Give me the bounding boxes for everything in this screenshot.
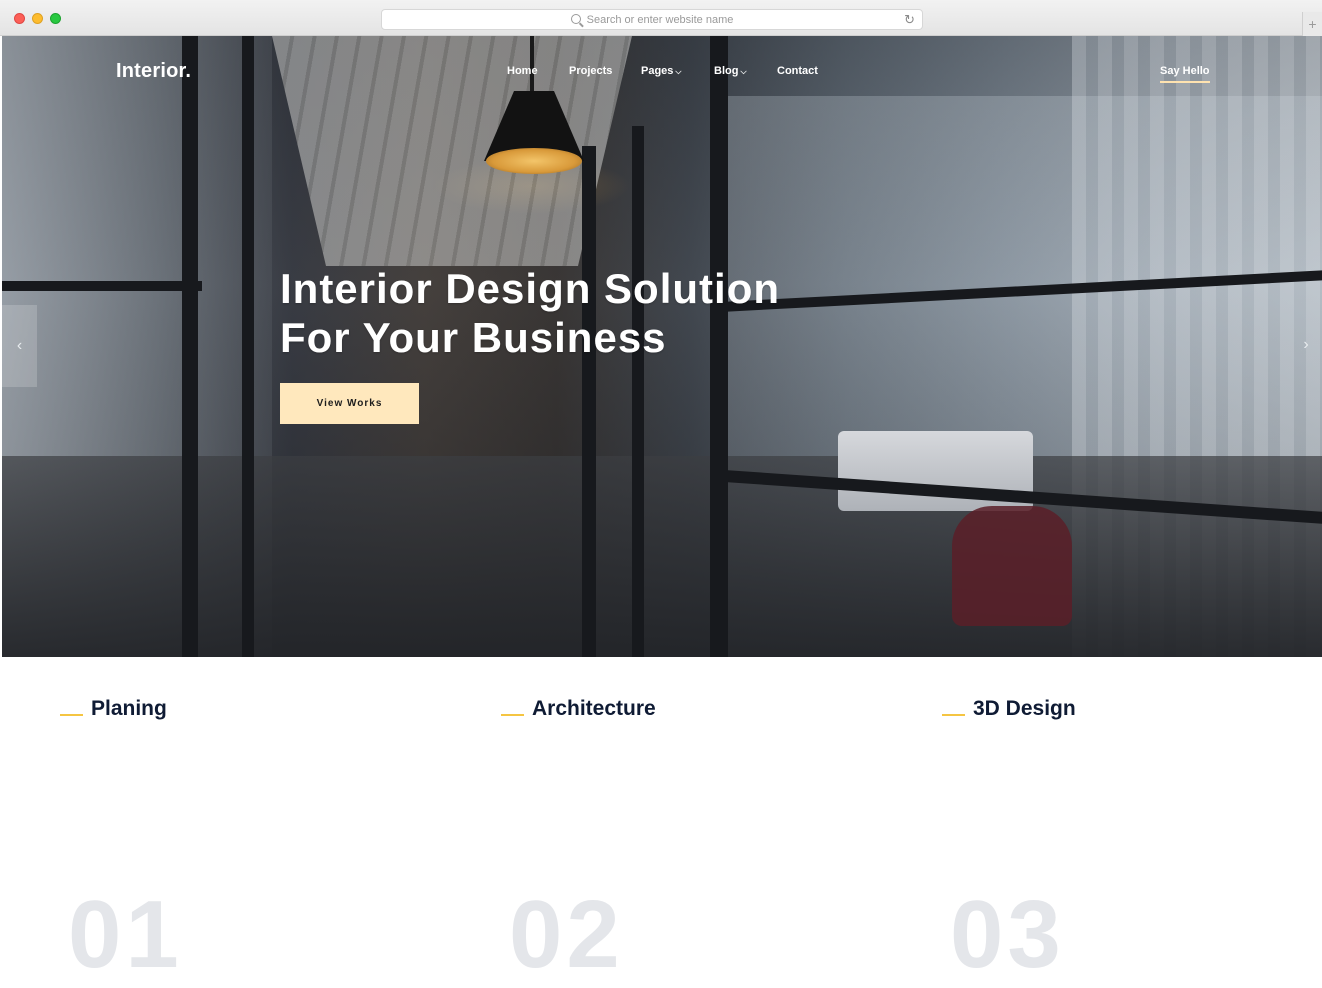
close-window-button[interactable] bbox=[14, 13, 25, 24]
hero-image-lamp-light bbox=[486, 148, 582, 174]
hero-image-frame bbox=[582, 146, 596, 657]
hero-image-frame bbox=[242, 36, 254, 657]
service-number: 02 bbox=[509, 881, 624, 988]
say-hello-link[interactable]: Say Hello bbox=[1160, 65, 1210, 83]
hero-title-line-1: Interior Design Solution bbox=[280, 265, 781, 312]
nav-item-label: Blog bbox=[714, 65, 739, 77]
site-logo[interactable]: Interior. bbox=[116, 60, 191, 83]
view-works-button[interactable]: View Works bbox=[280, 383, 419, 424]
new-tab-button[interactable]: + bbox=[1302, 12, 1322, 36]
chevron-down-icon: ⌵ bbox=[740, 67, 747, 76]
hero-image-floor bbox=[2, 456, 1322, 657]
address-bar-placeholder: Search or enter website name bbox=[586, 13, 734, 26]
search-icon bbox=[570, 14, 581, 24]
service-number: 03 bbox=[950, 881, 1065, 988]
service-number: 01 bbox=[68, 881, 183, 988]
hero-image-frame bbox=[632, 126, 644, 657]
hero-title-line-2: For Your Business bbox=[280, 314, 667, 361]
nav-item-label: Contact bbox=[777, 65, 818, 77]
maximize-window-button[interactable] bbox=[50, 13, 61, 24]
hero-image-chair bbox=[952, 506, 1072, 626]
accent-dash bbox=[60, 714, 83, 716]
hero-image-frame bbox=[2, 281, 202, 291]
nav-item-home[interactable]: Home bbox=[507, 65, 538, 77]
address-bar[interactable]: Search or enter website name ↻ bbox=[381, 9, 923, 30]
nav-item-contact[interactable]: Contact bbox=[777, 65, 818, 77]
chevron-down-icon: ⌵ bbox=[675, 67, 682, 76]
nav-item-label: Pages bbox=[641, 65, 674, 77]
accent-dash bbox=[501, 714, 524, 716]
slider-next-arrow-icon[interactable]: › bbox=[1296, 330, 1316, 360]
service-title: 3D Design bbox=[973, 697, 1076, 720]
minimize-window-button[interactable] bbox=[32, 13, 43, 24]
reload-icon[interactable]: ↻ bbox=[904, 13, 915, 27]
slider-prev-arrow-icon[interactable]: ‹ bbox=[2, 305, 37, 387]
services-section: Planing 01 Architecture 02 3D Design 03 bbox=[2, 657, 1322, 983]
hero-title: Interior Design Solution For Your Busine… bbox=[280, 264, 900, 362]
nav-item-pages[interactable]: Pages ⌵ bbox=[641, 65, 682, 77]
hero-image-frame bbox=[182, 36, 198, 657]
browser-toolbar: Search or enter website name ↻ + bbox=[0, 0, 1322, 36]
nav-item-projects[interactable]: Projects bbox=[569, 65, 612, 77]
service-title: Architecture bbox=[532, 697, 656, 720]
service-title: Planing bbox=[91, 697, 167, 720]
nav-item-label: Projects bbox=[569, 65, 613, 77]
nav-item-blog[interactable]: Blog ⌵ bbox=[714, 65, 747, 77]
nav-item-label: Home bbox=[507, 65, 538, 77]
accent-dash bbox=[942, 714, 965, 716]
